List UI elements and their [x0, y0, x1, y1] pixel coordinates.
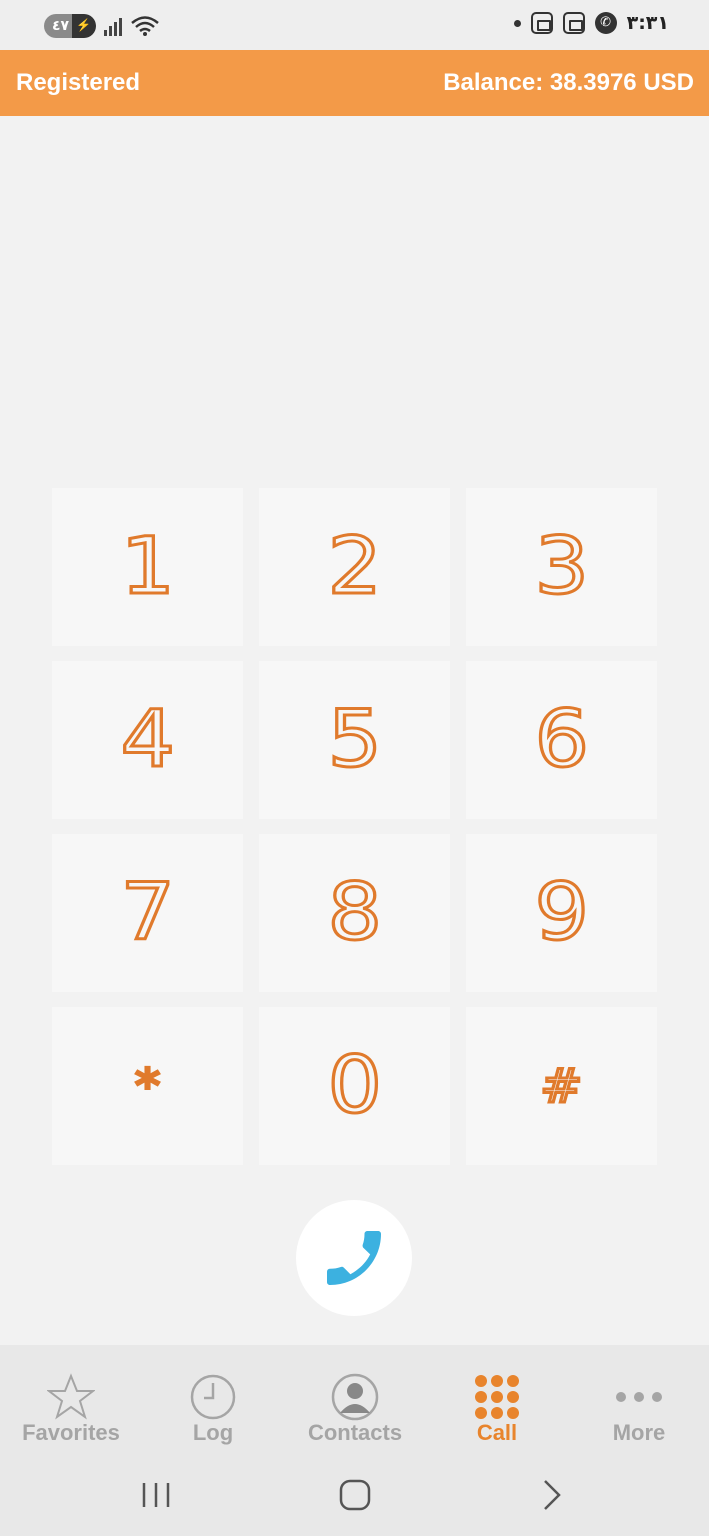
screenshot-notification-icon-2 [562, 12, 585, 34]
tab-log[interactable]: Log [142, 1345, 284, 1455]
tab-call-label: Call [476, 1420, 518, 1445]
phone-icon [327, 1231, 381, 1285]
dialpad-icon [475, 1375, 519, 1419]
back-icon[interactable] [523, 1475, 583, 1515]
key-6[interactable]: 6 [466, 661, 657, 819]
registration-status: Registered [16, 69, 141, 96]
key-8[interactable]: 8 [259, 834, 450, 992]
system-navigation-bar [0, 1455, 709, 1536]
viber-icon: ✆ [594, 12, 617, 34]
signal-icon [104, 16, 122, 36]
key-0[interactable]: 0 [259, 1007, 450, 1165]
balance-label: Balance: 38.3976 USD [443, 69, 694, 96]
tab-contacts[interactable]: Contacts [284, 1345, 426, 1455]
notification-dot-icon [513, 19, 521, 27]
more-icon [616, 1392, 662, 1402]
home-icon[interactable] [325, 1475, 385, 1515]
tab-log-label: Log [192, 1420, 234, 1445]
tab-more-label: More [612, 1420, 666, 1445]
status-time: ٣:٣١ [626, 12, 669, 34]
tab-call[interactable]: Call [426, 1345, 568, 1455]
battery-icon: ٤٧ ⚡ [44, 14, 96, 38]
star-icon [47, 1373, 95, 1420]
tab-contacts-label: Contacts [307, 1420, 403, 1445]
key-star[interactable]: * [52, 1007, 243, 1165]
clock-icon [190, 1374, 236, 1420]
tab-more[interactable]: More [568, 1345, 709, 1455]
call-button[interactable] [296, 1200, 412, 1316]
screenshot-notification-icon [530, 12, 553, 34]
tab-favorites-label: Favorites [22, 1420, 120, 1445]
key-3[interactable]: 3 [466, 488, 657, 646]
battery-level: ٤٧ [52, 18, 70, 34]
contact-icon [331, 1373, 379, 1421]
tab-favorites[interactable]: Favorites [0, 1345, 142, 1455]
key-5[interactable]: 5 [259, 661, 450, 819]
key-hash[interactable]: # [466, 1007, 657, 1165]
status-bar: ٤٧ ⚡ ✆ ٣:٣١ [0, 0, 709, 50]
bottom-navigation: Favorites Log Contacts Call More [0, 1345, 709, 1455]
status-left: ٤٧ ⚡ [44, 14, 160, 38]
wifi-icon [131, 16, 159, 36]
app-header: Registered Balance: 38.3976 USD [0, 50, 709, 116]
key-1[interactable]: 1 [52, 488, 243, 646]
key-2[interactable]: 2 [259, 488, 450, 646]
key-4[interactable]: 4 [52, 661, 243, 819]
key-9[interactable]: 9 [466, 834, 657, 992]
status-right: ✆ ٣:٣١ [513, 12, 669, 34]
key-7[interactable]: 7 [52, 834, 243, 992]
recent-apps-icon[interactable] [126, 1475, 186, 1515]
